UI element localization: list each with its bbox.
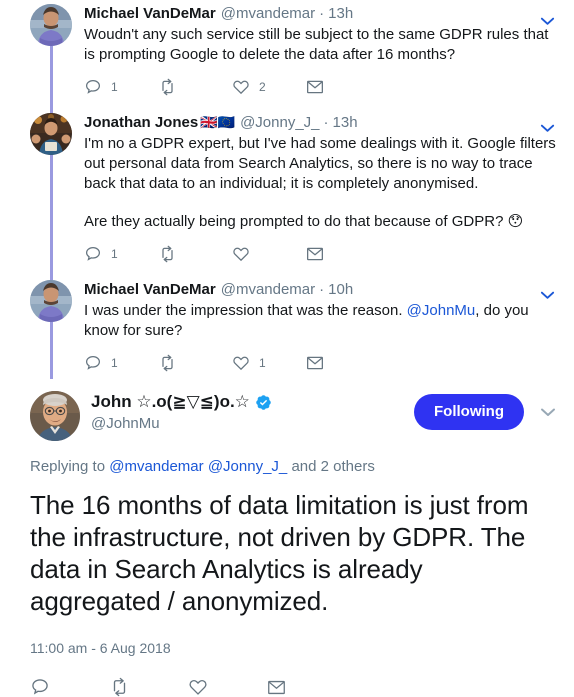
reply-button[interactable] (30, 677, 109, 697)
thread-connector (50, 46, 53, 111)
replying-to-mention-2[interactable]: @Jonny_J_ (208, 458, 287, 475)
tweet-reply-2[interactable]: Jonathan Jones 🇬🇧🇪🇺 @Jonny_J_ · 13h I'm … (0, 103, 574, 278)
following-button[interactable]: Following (414, 394, 524, 430)
like-count: 2 (259, 80, 266, 94)
author-name[interactable]: Jonathan Jones (84, 113, 198, 133)
like-count: 1 (259, 356, 266, 370)
retweet-button[interactable] (158, 244, 232, 264)
tweet-author-line: Jonathan Jones 🇬🇧🇪🇺 @Jonny_J_ · 13h (84, 113, 560, 133)
tweet-action-bar: 1 2 (84, 76, 560, 107)
tweet-thread: Michael VanDeMar @mvandemar · 13h Woudn'… (0, 0, 574, 697)
timestamp-relative[interactable]: 13h (333, 113, 358, 133)
avatar-column (30, 280, 80, 383)
tweet-author-line: Michael VanDeMar @mvandemar · 13h (84, 4, 560, 24)
author-name[interactable]: Michael VanDeMar (84, 4, 216, 24)
focused-tweet-text: The 16 months of data limitation is just… (30, 490, 529, 616)
focused-tweet: John ☆.o(≧▽≦)o.☆ @JohnMu Following Reply… (0, 383, 574, 697)
timestamp-relative[interactable]: 13h (328, 4, 353, 24)
tweet-reply-1[interactable]: Michael VanDeMar @mvandemar · 13h Woudn'… (0, 0, 574, 111)
focused-tweet-header: John ☆.o(≧▽≦)o.☆ @JohnMu Following (30, 383, 560, 441)
tweet-action-bar: 1 (84, 243, 560, 274)
avatar-jonny-j[interactable] (30, 113, 72, 155)
replying-to-suffix[interactable]: and 2 others (291, 458, 374, 475)
retweet-button[interactable] (158, 77, 232, 97)
separator-dot: · (319, 281, 325, 298)
flag-emoji: 🇬🇧🇪🇺 (200, 114, 236, 130)
tweet-body: Michael VanDeMar @mvandemar · 13h Woudn'… (80, 4, 564, 107)
tweet-paragraph: I'm no a GDPR expert, but I've had some … (84, 135, 556, 192)
tweet-text-part: I was under the impression that was the … (84, 302, 407, 319)
focused-author-name-text: John ☆.o(≧▽≦)o.☆ (91, 392, 250, 411)
retweet-button[interactable] (158, 353, 232, 373)
author-name[interactable]: Michael VanDeMar (84, 280, 216, 300)
focused-author-name[interactable]: John ☆.o(≧▽≦)o.☆ (91, 391, 414, 413)
tweet-menu-caret-3[interactable] (536, 284, 558, 306)
avatar-johnmu[interactable] (30, 391, 80, 441)
tweet-action-bar: 1 1 (84, 352, 560, 383)
avatar-column (30, 113, 80, 274)
reply-button[interactable]: 1 (84, 353, 158, 373)
tweet-paragraph: I was under the impression that was the … (84, 301, 560, 341)
author-handle[interactable]: @Jonny_J_ (240, 113, 319, 133)
verified-badge-icon (255, 394, 272, 411)
focused-tweet-menu-caret[interactable] (536, 400, 560, 424)
like-button[interactable] (188, 677, 267, 697)
like-button[interactable]: 2 (232, 77, 306, 97)
focused-author-handle[interactable]: @JohnMu (91, 414, 414, 434)
direct-message-button[interactable] (306, 353, 380, 373)
author-handle[interactable]: @mvandemar (221, 280, 315, 300)
focused-author-block: John ☆.o(≧▽≦)o.☆ @JohnMu (91, 391, 414, 434)
replying-to-prefix: Replying to (30, 458, 106, 475)
tweet-text: Woudn't any such service still be subjec… (84, 25, 560, 65)
tweet-menu-caret-1[interactable] (536, 10, 558, 32)
like-button[interactable]: 1 (232, 353, 306, 373)
direct-message-button[interactable] (306, 77, 380, 97)
tweet-body: Michael VanDeMar @mvandemar · 10h I was … (80, 280, 564, 383)
retweet-button[interactable] (109, 677, 188, 697)
tweet-text: I'm no a GDPR expert, but I've had some … (84, 134, 560, 232)
reply-count: 1 (111, 356, 118, 370)
avatar-column (30, 4, 80, 107)
separator-dot: · (319, 5, 325, 22)
like-button[interactable] (232, 244, 306, 264)
direct-message-button[interactable] (267, 677, 346, 697)
tweet-paragraph: Are they actually being prompted to do t… (84, 213, 524, 230)
reply-button[interactable]: 1 (84, 77, 158, 97)
timestamp-relative[interactable]: 10h (328, 280, 353, 300)
mention-link-johnmu[interactable]: @JohnMu (407, 302, 476, 319)
direct-message-button[interactable] (306, 244, 380, 264)
reply-count: 1 (111, 247, 118, 261)
tweet-body: Jonathan Jones 🇬🇧🇪🇺 @Jonny_J_ · 13h I'm … (80, 113, 564, 274)
tweet-author-line: Michael VanDeMar @mvandemar · 10h (84, 280, 560, 300)
focused-tweet-action-bar (30, 677, 560, 697)
replying-to-mention-1[interactable]: @mvandemar (109, 458, 203, 475)
tweet-reply-3[interactable]: Michael VanDeMar @mvandemar · 10h I was … (0, 270, 574, 383)
author-handle[interactable]: @mvandemar (221, 4, 315, 24)
reply-button[interactable]: 1 (84, 244, 158, 264)
replying-to: Replying to @mvandemar @Jonny_J_ and 2 o… (30, 457, 560, 477)
separator-dot: · (323, 114, 329, 131)
reply-count: 1 (111, 80, 118, 94)
avatar-mvandemar[interactable] (30, 280, 72, 322)
tweet-paragraph: Woudn't any such service still be subjec… (84, 26, 549, 63)
tweet-menu-caret-2[interactable] (536, 117, 558, 139)
focused-tweet-timestamp[interactable]: 11:00 am - 6 Aug 2018 (30, 639, 560, 657)
avatar-mvandemar[interactable] (30, 4, 72, 46)
tweet-text: I was under the impression that was the … (84, 301, 560, 341)
